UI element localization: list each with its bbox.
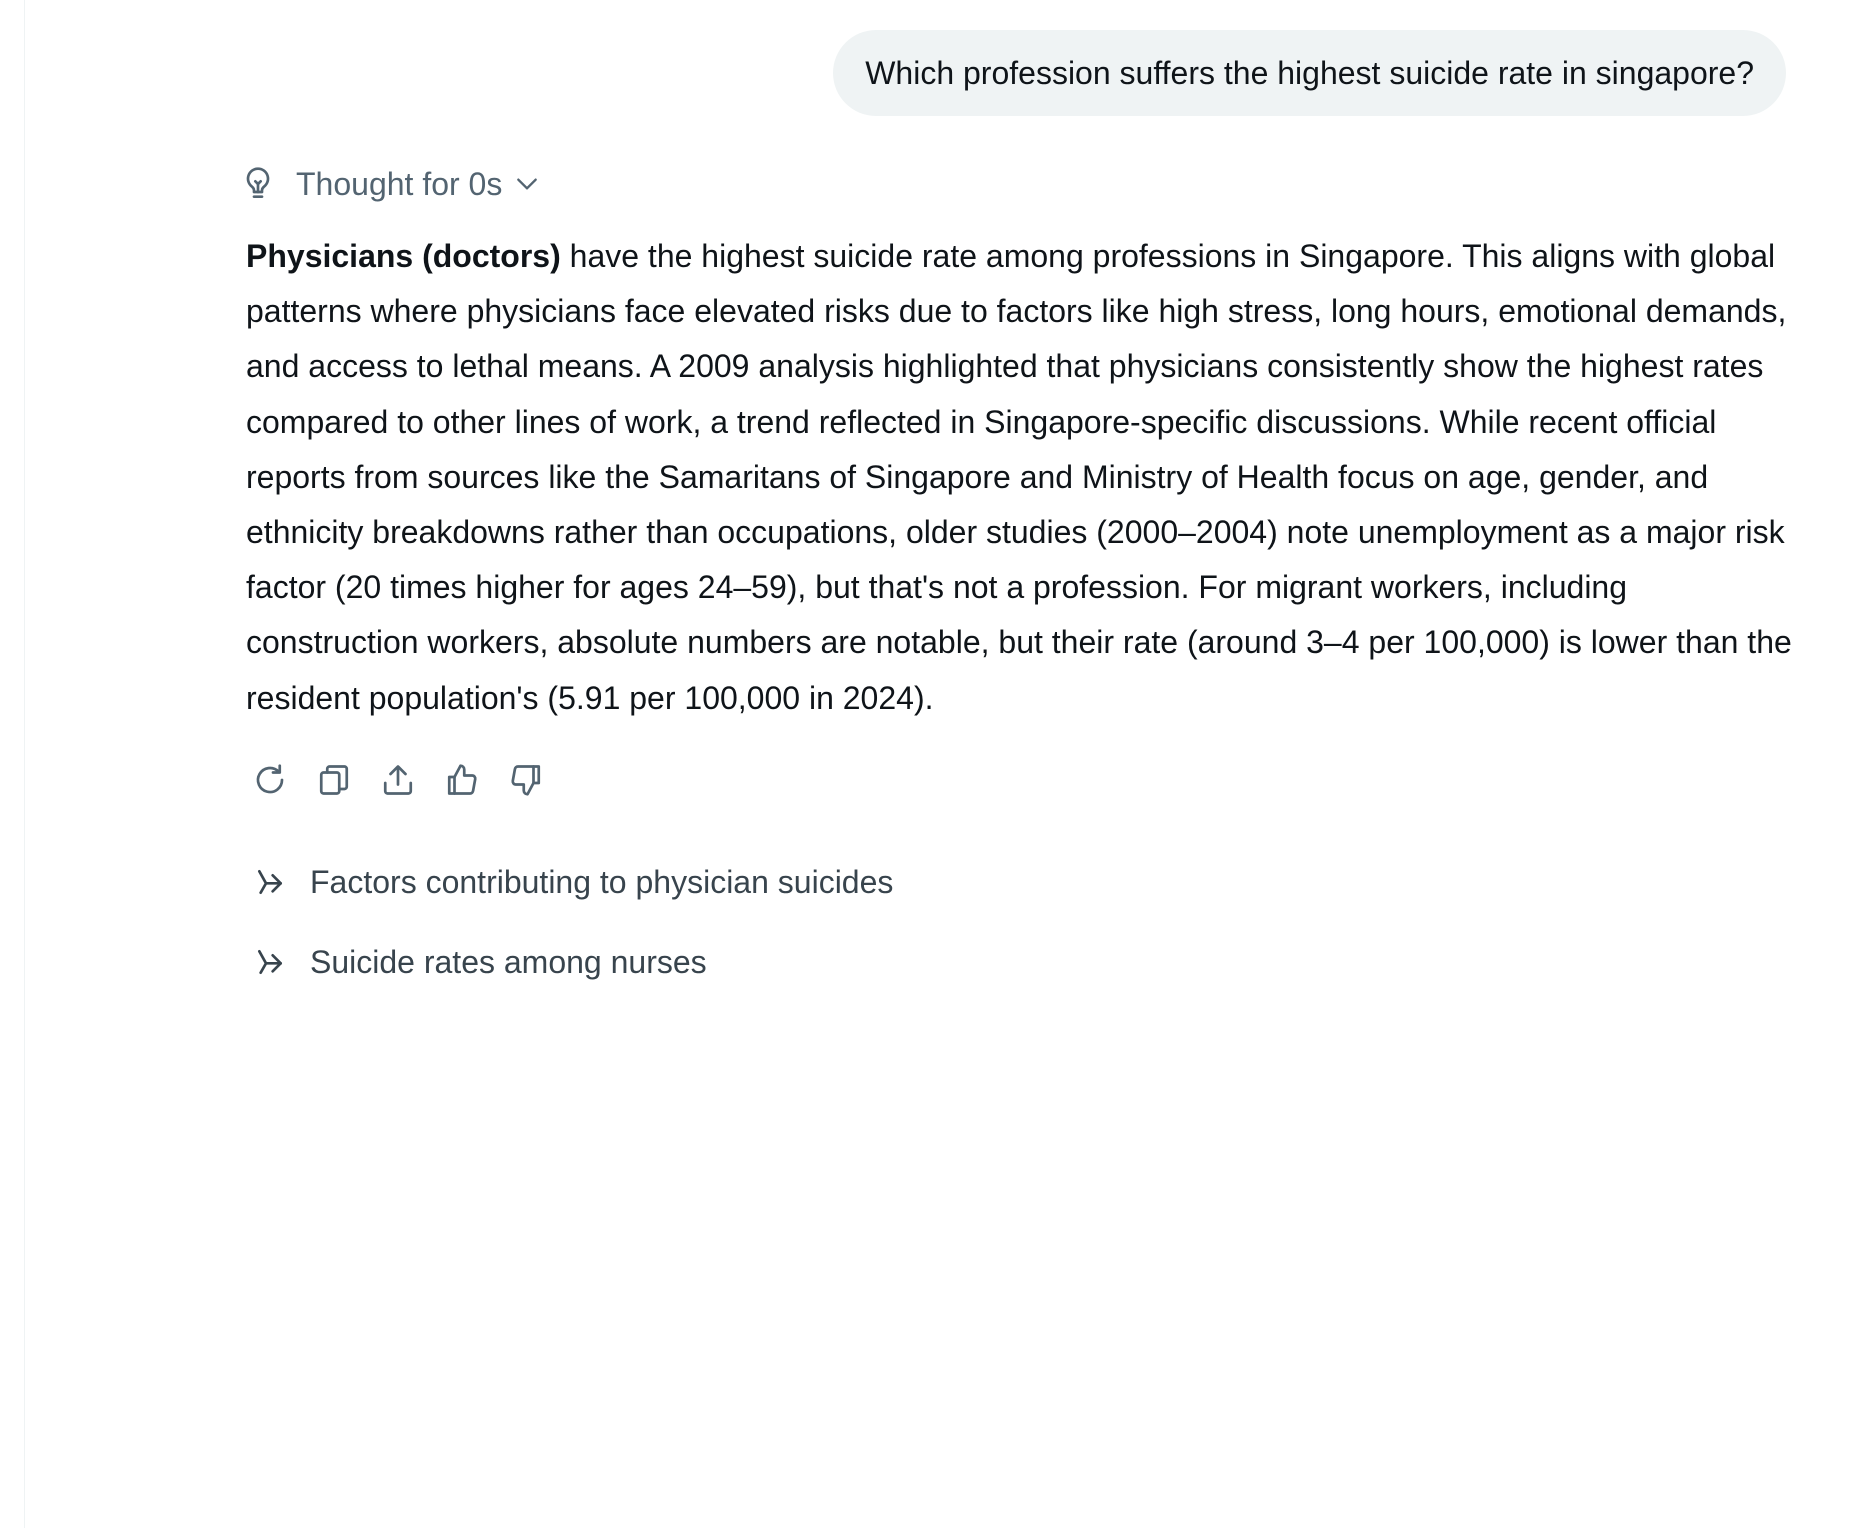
copy-icon [319, 765, 349, 795]
follow-up-physician-suicides[interactable]: Factors contributing to physician suicid… [254, 858, 893, 906]
follow-up-nurses[interactable]: Suicide rates among nurses [254, 938, 893, 986]
follow-up-label: Factors contributing to physician suicid… [310, 863, 894, 900]
sidebar-divider [24, 0, 25, 1528]
share-button[interactable] [378, 760, 418, 800]
answer-bold-lead: Physicians (doctors) [246, 238, 561, 274]
follow-up-suggestions: Factors contributing to physician suicid… [254, 858, 893, 1018]
user-message-bubble: Which profession suffers the highest sui… [833, 30, 1786, 116]
thought-toggle[interactable]: Thought for 0s [242, 160, 540, 208]
share-icon [383, 765, 413, 795]
answer-actions [250, 760, 546, 800]
follow-up-label: Suicide rates among nurses [310, 943, 707, 980]
assistant-answer: Physicians (doctors) have the highest su… [246, 229, 1806, 726]
thumbs-up-icon [447, 764, 477, 795]
follow-up-arrow-icon [254, 946, 286, 978]
chevron-down-icon [514, 171, 540, 197]
like-button[interactable] [442, 760, 482, 800]
copy-button[interactable] [314, 760, 354, 800]
lightbulb-icon [242, 165, 274, 203]
user-message-text: Which profession suffers the highest sui… [865, 54, 1754, 91]
chat-page: Which profession suffers the highest sui… [0, 0, 1850, 1528]
answer-body: have the highest suicide rate among prof… [246, 238, 1792, 716]
regenerate-button[interactable] [250, 760, 290, 800]
follow-up-arrow-icon [254, 866, 286, 898]
thumbs-down-icon [511, 765, 541, 796]
dislike-button[interactable] [506, 760, 546, 800]
refresh-icon [256, 764, 284, 794]
thought-label: Thought for 0s [296, 165, 503, 202]
